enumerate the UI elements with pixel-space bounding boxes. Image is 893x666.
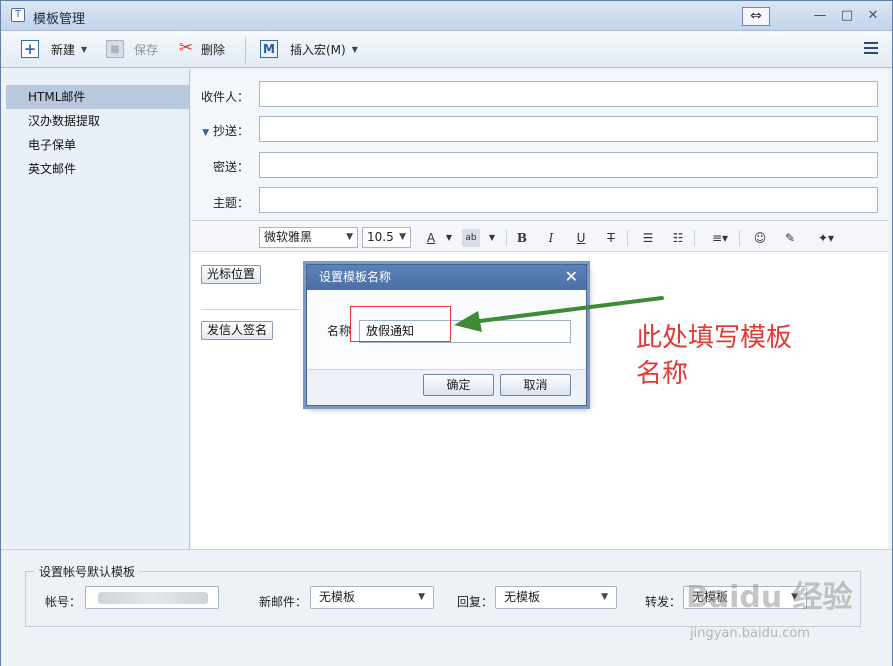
app-icon: T [11,8,25,22]
bold-icon[interactable]: B [513,229,531,247]
highlight-icon[interactable]: ab [462,229,480,247]
font-select[interactable]: 微软雅黑 ▼ [259,227,358,248]
baidu-watermark-url: jingyan.baidu.com [690,626,810,641]
window-title: 模板管理 [33,12,86,27]
insert-macro-button[interactable]: M 插入宏(M) ▼ [260,39,358,59]
group-title: 设置帐号默认模板 [35,563,140,580]
close-button[interactable]: ✕ [862,6,884,26]
chevron-down-icon[interactable]: ▼ [483,229,501,247]
editor-divider [201,309,301,310]
italic-icon[interactable]: I [542,229,560,247]
numbered-list-icon[interactable]: ☷ [669,229,687,247]
new-mail-select[interactable]: 无模板 ▼ [310,586,434,609]
ok-button[interactable]: 确定 [423,374,494,396]
new-mail-value: 无模板 [319,590,356,604]
dialog-title: 设置模板名称 [319,270,392,284]
name-label: 名称 [327,324,352,338]
subject-input[interactable] [259,187,878,213]
strikethrough-icon[interactable]: T [602,229,620,247]
blurred-account [98,592,208,604]
template-list: HTML邮件 汉办数据提取 电子保单 英文邮件 [6,69,190,549]
template-item-policy[interactable]: 电子保单 [6,133,189,157]
baidu-watermark: Baidu 经验 [686,580,853,615]
font-size-select[interactable]: 10.5 ▼ [362,227,411,248]
new-mail-label: 新邮件： [259,595,308,609]
bcc-label: 密送： [212,160,249,174]
menu-list-icon[interactable] [864,42,878,56]
maximize-button[interactable]: □ [836,6,858,26]
toolbar-divider [245,37,246,63]
plus-icon: + [21,40,39,58]
save-label: 保存 [134,42,159,57]
header-fields: 收件人： ▼ 抄送： 密送： 主题： [191,69,888,221]
title-bar: T 模板管理 ⇔ — □ ✕ [1,1,892,31]
bullet-list-icon[interactable]: ☰ [639,229,657,247]
format-divider [739,230,740,246]
chevron-down-icon[interactable]: ▼ [352,45,358,54]
chevron-down-icon[interactable]: ▼ [81,45,87,54]
cc-input[interactable] [259,116,878,142]
annotation-line-1: 此处填写模板 [636,323,793,353]
macro-icon: M [260,40,278,58]
clear-format-icon[interactable]: ✎ [781,229,799,247]
align-icon[interactable]: ≡▾ [707,229,733,247]
underline-icon[interactable]: U [572,229,590,247]
format-toolbar: 微软雅黑 ▼ 10.5 ▼ A ▼ ab ▼ B I U T ☰ ☷ ≡▾ ☺ ✎ … [191,222,888,252]
cc-label[interactable]: ▼ 抄送： [191,122,249,139]
cursor-macro-chip[interactable]: 光标位置 [201,265,262,284]
save-button[interactable]: ■ 保存 [106,39,158,59]
emoji-icon[interactable]: ☺ [751,229,769,247]
triangle-down-icon: ▼ [202,128,210,138]
new-button[interactable]: + 新建 ▼ [21,39,87,59]
chevron-down-icon[interactable]: ▼ [440,229,458,247]
template-item-hanban[interactable]: 汉办数据提取 [6,109,189,133]
forward-label: 转发： [645,595,682,609]
chevron-down-icon: ▼ [601,592,608,602]
new-label: 新建 [51,42,76,57]
font-size-value: 10.5 [367,230,394,244]
account-field[interactable] [85,586,219,609]
toolbar: + 新建 ▼ ■ 保存 ✂ 删除 M 插入宏(M) ▼ [1,31,892,68]
font-value: 微软雅黑 [264,230,313,244]
template-item-html[interactable]: HTML邮件 [6,85,189,109]
save-icon: ■ [106,40,124,58]
magic-wand-icon[interactable]: ✦▾ [813,229,839,247]
resize-icon[interactable]: ⇔ [742,7,770,26]
highlight-box [350,306,451,342]
subject-label: 主题： [212,196,249,210]
chevron-down-icon: ▼ [418,592,425,602]
insert-macro-label: 插入宏(M) [290,42,346,57]
to-label: 收件人： [200,90,249,104]
format-divider [627,230,628,246]
close-icon[interactable]: ✕ [565,266,578,288]
template-item-english[interactable]: 英文邮件 [6,157,189,181]
signature-macro-chip[interactable]: 发信人签名 [201,321,274,340]
chevron-down-icon: ▼ [399,232,406,242]
reply-label: 回复： [457,595,494,609]
dialog-title-bar: 设置模板名称 ✕ [307,265,586,290]
delete-icon: ✂ [178,38,194,58]
annotation-text: 此处填写模板 名称 [636,320,792,392]
format-divider [506,230,507,246]
minimize-button[interactable]: — [809,6,831,26]
reply-value: 无模板 [504,590,541,604]
cancel-button[interactable]: 取消 [500,374,571,396]
format-divider [694,230,695,246]
delete-button[interactable]: ✂ 删除 [177,39,225,59]
delete-label: 删除 [201,42,226,57]
to-input[interactable] [259,81,878,107]
chevron-down-icon: ▼ [346,232,353,242]
reply-select[interactable]: 无模板 ▼ [495,586,617,609]
annotation-line-2: 名称 [636,359,689,389]
font-color-icon[interactable]: A [422,229,440,247]
bcc-input[interactable] [259,152,878,178]
account-label: 帐号： [45,595,82,609]
